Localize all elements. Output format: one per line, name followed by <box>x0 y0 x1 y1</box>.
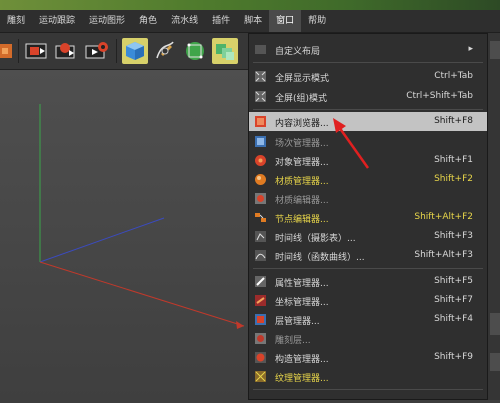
pen-spline-icon[interactable] <box>152 38 178 64</box>
timeline-dopesheet-icon <box>254 230 267 243</box>
right-panel-edge <box>488 33 500 400</box>
take-manager-icon <box>254 135 267 148</box>
menu-item-shortcut: Shift+F4 <box>434 314 473 324</box>
menu-item-label: 纹理管理器... <box>275 374 329 384</box>
menu-sculpt[interactable]: 雕刻 <box>0 10 32 32</box>
menu-item-shortcut: Shift+Alt+F3 <box>414 250 473 260</box>
menu-item-label: 材质编辑器... <box>275 196 329 206</box>
render-view-icon[interactable] <box>24 38 50 64</box>
menu-item-take-manager[interactable]: 场次管理器... <box>249 132 487 151</box>
menu-item-shortcut: Shift+F7 <box>434 295 473 305</box>
cloner-icon[interactable] <box>212 38 238 64</box>
panel-tab[interactable] <box>490 41 500 59</box>
menu-item-shortcut: Shift+F5 <box>434 276 473 286</box>
main-menubar: 雕刻 运动跟踪 运动图形 角色 流水线 插件 脚本 窗口 帮助 <box>0 10 500 33</box>
menu-item-label: 内容浏览器... <box>275 119 329 129</box>
menu-item-shortcut: Shift+F3 <box>434 231 473 241</box>
menu-item-coordinate-manager[interactable]: 坐标管理器... Shift+F7 <box>249 291 487 310</box>
menu-item-label: 材质管理器... <box>275 177 329 187</box>
menu-plugins[interactable]: 插件 <box>205 10 237 32</box>
submenu-arrow-icon: ▸ <box>468 44 473 54</box>
menu-item-label: 时间线（函数曲线）... <box>275 253 365 263</box>
menu-item-label: 全屏显示模式 <box>275 74 330 84</box>
content-browser-icon <box>254 115 267 128</box>
menu-item-label: 全屏(组)模式 <box>275 94 328 104</box>
toolbar <box>0 33 250 70</box>
menu-item-label: 层管理器... <box>275 317 320 327</box>
3d-viewport[interactable] <box>0 70 250 400</box>
menu-script[interactable]: 脚本 <box>237 10 269 32</box>
partial-tool-icon[interactable] <box>0 38 16 64</box>
axis-gizmo <box>0 70 250 400</box>
menu-item-label: 节点编辑器... <box>275 215 329 225</box>
menu-item-label: 雕刻层... <box>275 336 311 346</box>
coordinate-manager-icon <box>254 294 267 307</box>
render-settings-icon[interactable] <box>84 38 110 64</box>
menu-item-node-editor[interactable]: 节点编辑器... Shift+Alt+F2 <box>249 208 487 227</box>
layer-manager-icon <box>254 313 267 326</box>
menu-divider <box>253 109 483 110</box>
texture-manager-icon <box>254 370 267 383</box>
menu-item-label: 构造管理器... <box>275 355 329 365</box>
menu-motion-tracking[interactable]: 运动跟踪 <box>32 10 82 32</box>
menu-item-sculpt-layers[interactable]: 雕刻层... <box>249 329 487 348</box>
toolbar-separator <box>116 39 117 63</box>
menu-item-fullscreen[interactable]: 全屏显示模式 Ctrl+Tab <box>249 67 487 86</box>
menu-item-label: 自定义布局 <box>275 47 321 57</box>
panel-tab[interactable] <box>490 353 500 371</box>
layout-icon <box>254 43 267 56</box>
menu-character[interactable]: 角色 <box>132 10 164 32</box>
menu-item-timeline-fcurve[interactable]: 时间线（函数曲线）... Shift+Alt+F3 <box>249 246 487 265</box>
menu-item-shortcut: Shift+F9 <box>434 352 473 362</box>
menu-item-timeline-dopesheet[interactable]: 时间线（摄影表）... Shift+F3 <box>249 227 487 246</box>
menu-item-content-browser[interactable]: 内容浏览器... Shift+F8 <box>249 112 487 131</box>
timeline-fcurve-icon <box>254 249 267 262</box>
construction-manager-icon <box>254 351 267 364</box>
fullscreen-icon <box>254 70 267 83</box>
menu-divider <box>253 389 483 390</box>
menu-item-label: 场次管理器... <box>275 139 329 149</box>
menu-pipeline[interactable]: 流水线 <box>164 10 205 32</box>
menu-item-attribute-manager[interactable]: 属性管理器... Shift+F5 <box>249 272 487 291</box>
top-color-strip <box>0 0 500 10</box>
object-manager-icon <box>254 154 267 167</box>
menu-item-shortcut: Shift+Alt+F2 <box>414 212 473 222</box>
menu-item-material-manager[interactable]: 材质管理器... Shift+F2 <box>249 170 487 189</box>
node-editor-icon <box>254 211 267 224</box>
menu-item-label: 属性管理器... <box>275 279 329 289</box>
menu-divider <box>253 62 483 63</box>
menu-window[interactable]: 窗口 <box>269 10 302 32</box>
menu-item-shortcut: Shift+F2 <box>434 174 473 184</box>
panel-tab[interactable] <box>490 313 500 335</box>
menu-mograph[interactable]: 运动图形 <box>82 10 132 32</box>
subdivision-surface-icon[interactable] <box>182 38 208 64</box>
menu-divider <box>253 268 483 269</box>
render-picture-viewer-icon[interactable] <box>54 38 80 64</box>
menu-item-material-editor[interactable]: 材质编辑器... <box>249 189 487 208</box>
menu-item-custom-layout[interactable]: 自定义布局 ▸ <box>249 40 487 59</box>
window-dropdown-menu: 自定义布局 ▸ 全屏显示模式 Ctrl+Tab 全屏(组)模式 Ctrl+Shi… <box>248 33 488 400</box>
material-manager-icon <box>254 173 267 186</box>
menu-item-shortcut: Ctrl+Tab <box>434 71 473 81</box>
menu-item-fullscreen-group[interactable]: 全屏(组)模式 Ctrl+Shift+Tab <box>249 87 487 106</box>
menu-help[interactable]: 帮助 <box>301 10 333 32</box>
menu-item-shortcut: Shift+F1 <box>434 155 473 165</box>
menu-item-construction-manager[interactable]: 构造管理器... Shift+F9 <box>249 348 487 367</box>
menu-item-layer-manager[interactable]: 层管理器... Shift+F4 <box>249 310 487 329</box>
cube-object-icon[interactable] <box>122 38 148 64</box>
menu-item-object-manager[interactable]: 对象管理器... Shift+F1 <box>249 151 487 170</box>
menu-item-shortcut: Shift+F8 <box>434 116 473 126</box>
menu-item-label: 对象管理器... <box>275 158 329 168</box>
material-editor-icon <box>254 192 267 205</box>
attribute-manager-icon <box>254 275 267 288</box>
menu-item-shortcut: Ctrl+Shift+Tab <box>406 91 473 101</box>
menu-item-label: 时间线（摄影表）... <box>275 234 356 244</box>
fullscreen-group-icon <box>254 90 267 103</box>
sculpt-layers-icon <box>254 332 267 345</box>
menu-item-label: 坐标管理器... <box>275 298 329 308</box>
toolbar-separator <box>18 39 19 63</box>
menu-item-texture-manager[interactable]: 纹理管理器... <box>249 367 487 386</box>
